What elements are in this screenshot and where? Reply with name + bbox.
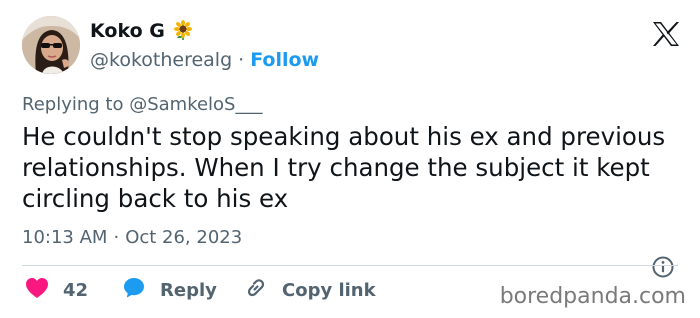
like-button[interactable]: 42 xyxy=(25,277,88,303)
reply-button[interactable]: Reply xyxy=(122,277,217,303)
follow-button[interactable]: Follow xyxy=(250,49,319,71)
handle-line: @kokotherealg · Follow xyxy=(90,49,319,71)
tweet-card: Koko G @kokotherealg · Follow Replying t… xyxy=(0,0,700,318)
divider xyxy=(22,265,678,266)
timestamp[interactable]: 10:13 AM · Oct 26, 2023 xyxy=(22,227,242,248)
timestamp-time: 10:13 AM xyxy=(22,227,108,248)
timestamp-separator: · xyxy=(113,227,120,248)
replying-to[interactable]: Replying to @SamkeloS___ xyxy=(22,94,263,115)
speech-bubble-icon xyxy=(122,276,146,304)
avatar[interactable] xyxy=(22,16,80,74)
x-logo-icon[interactable] xyxy=(652,21,680,47)
tweet-text: He couldn't stop speaking about his ex a… xyxy=(22,122,666,213)
timestamp-date: Oct 26, 2023 xyxy=(125,227,243,248)
handle[interactable]: @kokotherealg xyxy=(90,49,232,71)
watermark: boredpanda.com xyxy=(499,284,686,309)
reply-label: Reply xyxy=(160,279,217,301)
display-name[interactable]: Koko G xyxy=(90,20,193,45)
copy-link-label: Copy link xyxy=(282,279,376,301)
sunflower-icon xyxy=(173,20,193,45)
copy-link-button[interactable]: Copy link xyxy=(244,277,376,303)
likes-count: 42 xyxy=(63,279,89,301)
handle-separator: · xyxy=(238,49,245,71)
info-icon[interactable] xyxy=(651,255,675,279)
link-icon xyxy=(244,276,268,304)
heart-icon xyxy=(25,277,49,303)
display-name-text: Koko G xyxy=(90,20,165,42)
avatar-photo xyxy=(22,16,80,74)
